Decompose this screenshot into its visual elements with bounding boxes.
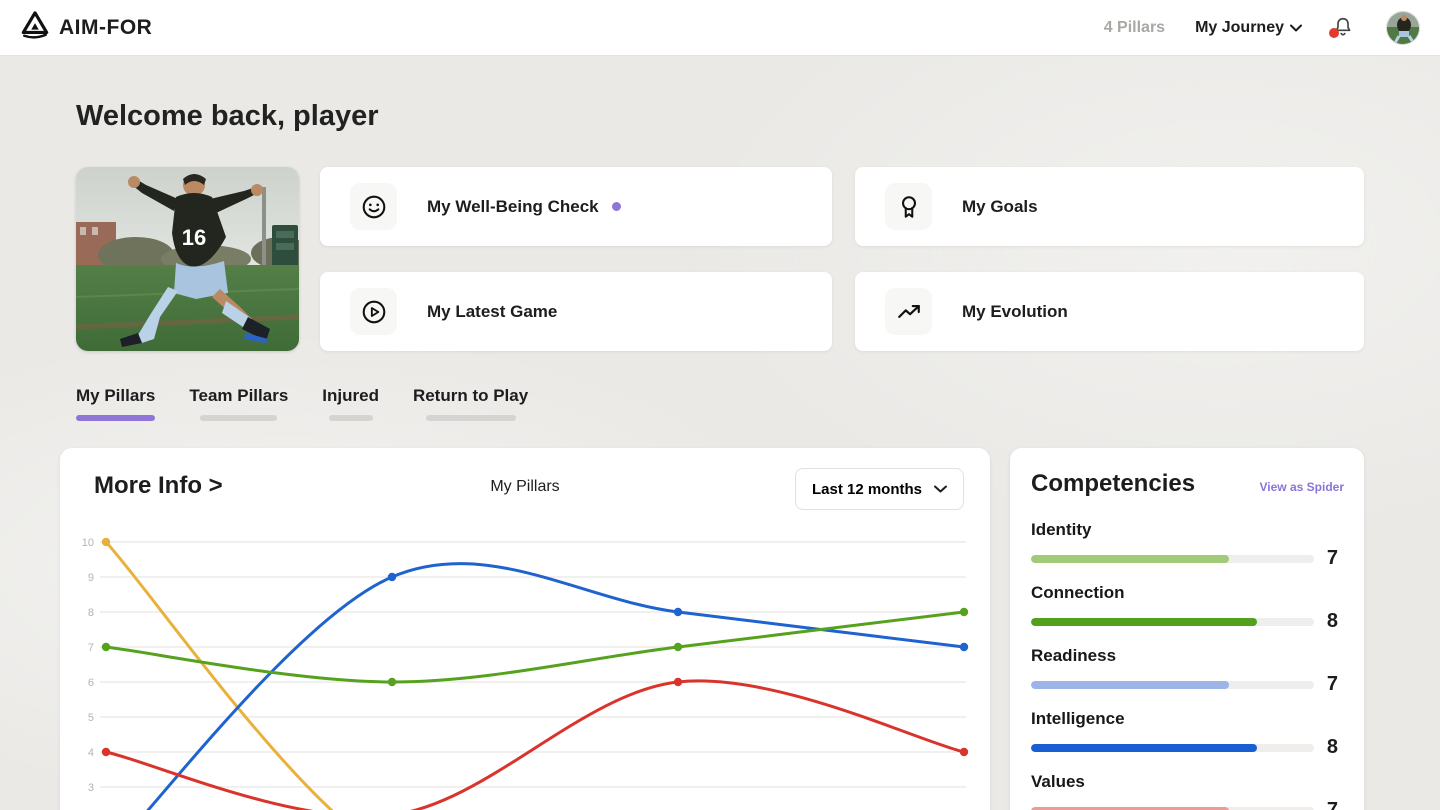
competencies-title: Competencies bbox=[1031, 470, 1195, 498]
data-point-green-pillar bbox=[388, 678, 396, 686]
competency-row-connection: Connection 8 bbox=[1031, 583, 1344, 633]
tab-return-to-play[interactable]: Return to Play bbox=[413, 386, 528, 421]
y-axis-tick-label: 5 bbox=[88, 712, 94, 724]
competency-bar-track bbox=[1031, 807, 1314, 810]
competency-label: Intelligence bbox=[1031, 709, 1344, 729]
aimfor-triangle-logo-icon bbox=[20, 11, 50, 44]
notification-bell-icon[interactable] bbox=[1332, 16, 1356, 40]
date-range-dropdown[interactable]: Last 12 months bbox=[795, 468, 964, 510]
data-point-blue-pillar bbox=[674, 608, 682, 616]
card-label: My Latest Game bbox=[427, 302, 557, 322]
tab-label: Team Pillars bbox=[189, 386, 288, 406]
competency-label: Identity bbox=[1031, 520, 1344, 540]
competency-label: Readiness bbox=[1031, 646, 1344, 666]
competency-bar-fill bbox=[1031, 744, 1257, 752]
data-point-red-pillar bbox=[960, 748, 968, 756]
active-tab-underline bbox=[76, 415, 155, 421]
view-as-spider-link[interactable]: View as Spider bbox=[1260, 480, 1345, 494]
card-label: My Evolution bbox=[962, 302, 1068, 322]
competency-bar-fill bbox=[1031, 618, 1257, 626]
card-label: My Goals bbox=[962, 197, 1038, 217]
competency-bar-fill bbox=[1031, 555, 1229, 563]
competency-bar-track bbox=[1031, 555, 1314, 563]
y-axis-tick-label: 3 bbox=[88, 782, 94, 794]
data-point-blue-pillar bbox=[960, 643, 968, 651]
y-axis-tick-label: 9 bbox=[88, 572, 94, 584]
card-my-evolution[interactable]: My Evolution bbox=[855, 272, 1364, 351]
competency-row-readiness: Readiness 7 bbox=[1031, 646, 1344, 696]
y-axis-tick-label: 4 bbox=[88, 747, 94, 759]
chart-header: More Info > My Pillars Last 12 months bbox=[60, 448, 990, 520]
player-photo: 16 bbox=[76, 167, 299, 351]
tab-my-pillars[interactable]: My Pillars bbox=[76, 386, 155, 421]
competency-bar-track bbox=[1031, 744, 1314, 752]
tab-underline bbox=[200, 415, 277, 421]
y-axis-tick-label: 8 bbox=[88, 607, 94, 619]
nav-pillars[interactable]: 4 Pillars bbox=[1104, 19, 1165, 37]
award-icon bbox=[885, 183, 932, 230]
competency-label: Values bbox=[1031, 772, 1344, 792]
data-point-blue-pillar bbox=[388, 573, 396, 581]
top-nav: 4 Pillars My Journey bbox=[1104, 11, 1420, 45]
series-line-red-pillar bbox=[106, 681, 964, 810]
data-point-green-pillar bbox=[960, 608, 968, 616]
unread-indicator-dot bbox=[612, 202, 621, 211]
svg-text:16: 16 bbox=[182, 225, 206, 250]
competency-value: 8 bbox=[1327, 610, 1344, 633]
data-point-red-pillar bbox=[674, 678, 682, 686]
data-point-red-pillar bbox=[102, 748, 110, 756]
competency-bar-fill bbox=[1031, 807, 1229, 810]
y-axis-tick-label: 6 bbox=[88, 677, 94, 689]
card-my-latest-game[interactable]: My Latest Game bbox=[320, 272, 832, 351]
nav-my-journey[interactable]: My Journey bbox=[1195, 19, 1302, 37]
competency-row-values: Values 7 bbox=[1031, 772, 1344, 810]
pillars-line-chart: 10 9 8 7 6 5 4 3 bbox=[70, 520, 980, 810]
competency-value: 8 bbox=[1327, 736, 1344, 759]
tab-underline bbox=[426, 415, 516, 421]
tab-team-pillars[interactable]: Team Pillars bbox=[189, 386, 288, 421]
page-title: Welcome back, player bbox=[76, 100, 379, 133]
competency-value: 7 bbox=[1327, 547, 1344, 570]
pillars-chart-panel: More Info > My Pillars Last 12 months 10… bbox=[60, 448, 990, 810]
data-point-yellow-pillar bbox=[102, 538, 110, 546]
card-my-well-being-check[interactable]: My Well-Being Check bbox=[320, 167, 832, 246]
notification-dot bbox=[1329, 28, 1339, 38]
series-line-yellow-pillar bbox=[106, 542, 964, 810]
user-avatar[interactable] bbox=[1386, 11, 1420, 45]
competency-row-intelligence: Intelligence 8 bbox=[1031, 709, 1344, 759]
tab-label: Injured bbox=[322, 386, 379, 406]
competency-list: Identity 7 Connection 8 Readiness 7 Intelligen… bbox=[1031, 520, 1344, 810]
top-bar: AIM-FOR 4 Pillars My Journey bbox=[0, 0, 1440, 56]
chevron-down-icon bbox=[1290, 24, 1302, 32]
series-line-blue-pillar bbox=[106, 564, 964, 810]
chevron-down-icon bbox=[934, 485, 947, 493]
competency-row-identity: Identity 7 bbox=[1031, 520, 1344, 570]
card-label: My Well-Being Check bbox=[427, 197, 599, 217]
brand-name: AIM-FOR bbox=[59, 16, 152, 40]
smiley-icon bbox=[350, 183, 397, 230]
competencies-panel: Competencies View as Spider Identity 7 Con… bbox=[1010, 448, 1364, 810]
tab-injured[interactable]: Injured bbox=[322, 386, 379, 421]
y-axis-tick-label: 7 bbox=[88, 642, 94, 654]
competency-bar-fill bbox=[1031, 681, 1229, 689]
competency-value: 7 bbox=[1327, 799, 1344, 810]
pillar-tabs: My Pillars Team Pillars Injured Return to P… bbox=[76, 386, 528, 421]
data-point-green-pillar bbox=[102, 643, 110, 651]
competency-value: 7 bbox=[1327, 673, 1344, 696]
card-my-goals[interactable]: My Goals bbox=[855, 167, 1364, 246]
tab-underline bbox=[329, 415, 373, 421]
tab-label: My Pillars bbox=[76, 386, 155, 406]
y-axis-tick-label: 10 bbox=[82, 537, 94, 549]
trending-up-icon bbox=[885, 288, 932, 335]
competency-bar-track bbox=[1031, 618, 1314, 626]
data-point-green-pillar bbox=[674, 643, 682, 651]
competency-bar-track bbox=[1031, 681, 1314, 689]
competency-label: Connection bbox=[1031, 583, 1344, 603]
brand-logo[interactable]: AIM-FOR bbox=[20, 11, 152, 44]
tab-label: Return to Play bbox=[413, 386, 528, 406]
play-circle-icon bbox=[350, 288, 397, 335]
